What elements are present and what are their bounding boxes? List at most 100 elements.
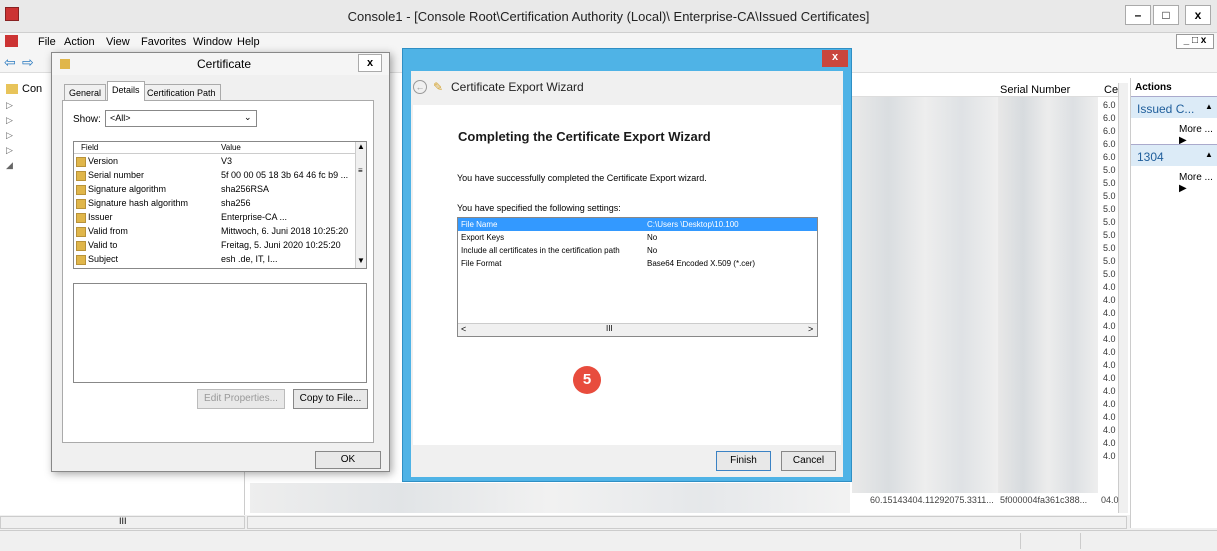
field-value: Mittwoch, 6. Juni 2018 10:25:20: [221, 226, 349, 236]
back-arrow-icon[interactable]: ←: [413, 80, 427, 94]
scroll-thumb-icon: ≡: [358, 166, 363, 175]
minimize-button[interactable]: –: [1125, 5, 1151, 25]
actions-section-1304-label: 1304: [1137, 150, 1164, 164]
field-icon: [76, 227, 86, 237]
menu-file[interactable]: File: [38, 36, 56, 48]
show-select[interactable]: <All> ⌄: [105, 110, 257, 127]
tree-expander[interactable]: ▷: [6, 100, 13, 111]
field-row[interactable]: Version V3: [74, 155, 354, 169]
setting-name: File Format: [461, 259, 502, 268]
fields-list-header: Field Value: [74, 142, 366, 154]
status-bar: [0, 530, 1217, 551]
settings-horizontal-scrollbar[interactable]: < III >: [458, 323, 817, 336]
cert-value-cell: 4.0: [1103, 347, 1116, 357]
tree-horizontal-scrollbar[interactable]: III: [0, 516, 245, 529]
cert-value-cell: 5.0: [1103, 191, 1116, 201]
field-row[interactable]: Valid from Mittwoch, 6. Juni 2018 10:25:2…: [74, 225, 354, 239]
bottom-row-col1: 60.15143404.11292075.3311...: [870, 495, 994, 505]
menu-favorites[interactable]: Favorites: [141, 36, 186, 48]
edit-properties-button[interactable]: Edit Properties...: [197, 389, 285, 409]
settings-row[interactable]: Export Keys No: [458, 231, 817, 244]
status-pane: [1020, 533, 1080, 549]
settings-row[interactable]: Include all certificates in the certific…: [458, 244, 817, 257]
maximize-button[interactable]: □: [1153, 5, 1179, 25]
cert-value-cell: 4.0: [1103, 295, 1116, 305]
scroll-left-icon[interactable]: <: [461, 324, 466, 334]
tree-expander[interactable]: ▷: [6, 145, 13, 156]
field-row[interactable]: Signature algorithm sha256RSA: [74, 183, 354, 197]
field-name: Signature hash algorithm: [88, 198, 189, 208]
tab-certification-path[interactable]: Certification Path: [142, 84, 221, 101]
setting-value: Base64 Encoded X.509 (*.cer): [647, 259, 756, 268]
tree-expander[interactable]: ▷: [6, 130, 13, 141]
field-icon: [76, 199, 86, 209]
wizard-title: Certificate Export Wizard: [451, 80, 584, 94]
chevron-down-icon: ⌄: [244, 112, 252, 122]
menu-help[interactable]: Help: [237, 36, 260, 48]
scroll-up-icon[interactable]: ▲: [357, 142, 365, 151]
actions-header: Actions: [1135, 82, 1172, 93]
scroll-right-icon[interactable]: >: [808, 324, 813, 334]
cert-value-cell: 4.0: [1103, 360, 1116, 370]
actions-section-issued[interactable]: Issued C... ▲: [1131, 96, 1217, 118]
finish-button[interactable]: Finish: [716, 451, 771, 471]
menu-action[interactable]: Action: [64, 36, 95, 48]
actions-section-1304[interactable]: 1304 ▲: [1131, 144, 1217, 166]
scroll-down-icon[interactable]: ▼: [357, 256, 365, 265]
field-name: Signature algorithm: [88, 184, 167, 194]
actions-more-2[interactable]: More ... ▶: [1179, 172, 1217, 194]
column-serial-number[interactable]: Serial Number: [1000, 84, 1070, 96]
tree-expander[interactable]: ◢: [6, 160, 13, 171]
back-arrow-icon[interactable]: ⇦: [4, 54, 16, 71]
forward-arrow-icon[interactable]: ⇨: [22, 54, 34, 71]
actions-more-1[interactable]: More ... ▶: [1179, 124, 1217, 146]
certificate-dialog: Certificate x General Details Certificat…: [51, 52, 390, 472]
field-value: Enterprise-CA ...: [221, 212, 288, 222]
cert-value-cell: 5.0: [1103, 217, 1116, 227]
list-vertical-scrollbar[interactable]: [1118, 83, 1128, 513]
blurred-list-area-2: [998, 93, 1098, 493]
field-row[interactable]: Signature hash algorithm sha256: [74, 197, 354, 211]
settings-row[interactable]: File Format Base64 Encoded X.509 (*.cer): [458, 257, 817, 270]
tab-details[interactable]: Details: [107, 81, 145, 101]
close-window-button[interactable]: x: [1185, 5, 1211, 25]
column-field[interactable]: Field: [81, 143, 98, 152]
settings-row[interactable]: File Name C:\Users \Desktop\10.100: [458, 218, 817, 231]
tab-general[interactable]: General: [64, 84, 107, 101]
value-detail-box: [73, 283, 367, 383]
field-name: Valid from: [88, 226, 128, 236]
collapse-arrow-icon: ▲: [1205, 150, 1213, 159]
copy-to-file-button[interactable]: Copy to File...: [293, 389, 368, 409]
field-icon: [76, 171, 86, 181]
wizard-close-button[interactable]: x: [822, 50, 848, 67]
field-name: Subject: [88, 254, 119, 264]
actions-pane: Actions Issued C... ▲ More ... ▶ 1304 ▲ …: [1130, 78, 1217, 528]
cert-value-cell: 4.0: [1103, 425, 1116, 435]
mdi-restore-buttons[interactable]: _ □ x: [1176, 34, 1214, 49]
list-horizontal-scrollbar[interactable]: [247, 516, 1127, 529]
tree-root-label[interactable]: Con: [22, 83, 42, 95]
setting-value: No: [647, 233, 658, 242]
cancel-button[interactable]: Cancel: [781, 451, 836, 471]
step-badge: 5: [573, 366, 601, 394]
ok-button[interactable]: OK: [315, 451, 381, 469]
field-row[interactable]: Serial number 5f 00 00 05 18 3b 64 46 fc …: [74, 169, 354, 183]
certificate-icon: [60, 59, 70, 69]
field-icon: [76, 157, 86, 167]
cert-value-cell: 4.0: [1103, 373, 1116, 383]
menu-window[interactable]: Window: [193, 36, 232, 48]
field-row[interactable]: Valid to Freitag, 5. Juni 2020 10:25:20: [74, 239, 354, 253]
field-name: Serial number: [88, 170, 145, 180]
column-value[interactable]: Value: [221, 143, 241, 152]
certificate-wizard-icon: ✎: [433, 80, 444, 94]
menu-view[interactable]: View: [106, 36, 130, 48]
fields-scrollbar[interactable]: ▲ ≡ ▼: [355, 142, 366, 268]
bottom-row-col2: 5f000004fa361c388...: [1000, 495, 1088, 505]
field-row[interactable]: Subject esh .de, IT, I...: [74, 253, 354, 267]
fields-list: Field Value Version V3 Serial number 5f 00 …: [73, 141, 367, 269]
certificate-close-button[interactable]: x: [358, 54, 382, 72]
settings-rows: File Name C:\Users \Desktop\10.100 Export …: [458, 218, 817, 270]
field-row[interactable]: Issuer Enterprise-CA ...: [74, 211, 354, 225]
field-name: Valid to: [88, 240, 118, 250]
tree-expander[interactable]: ▷: [6, 115, 13, 126]
